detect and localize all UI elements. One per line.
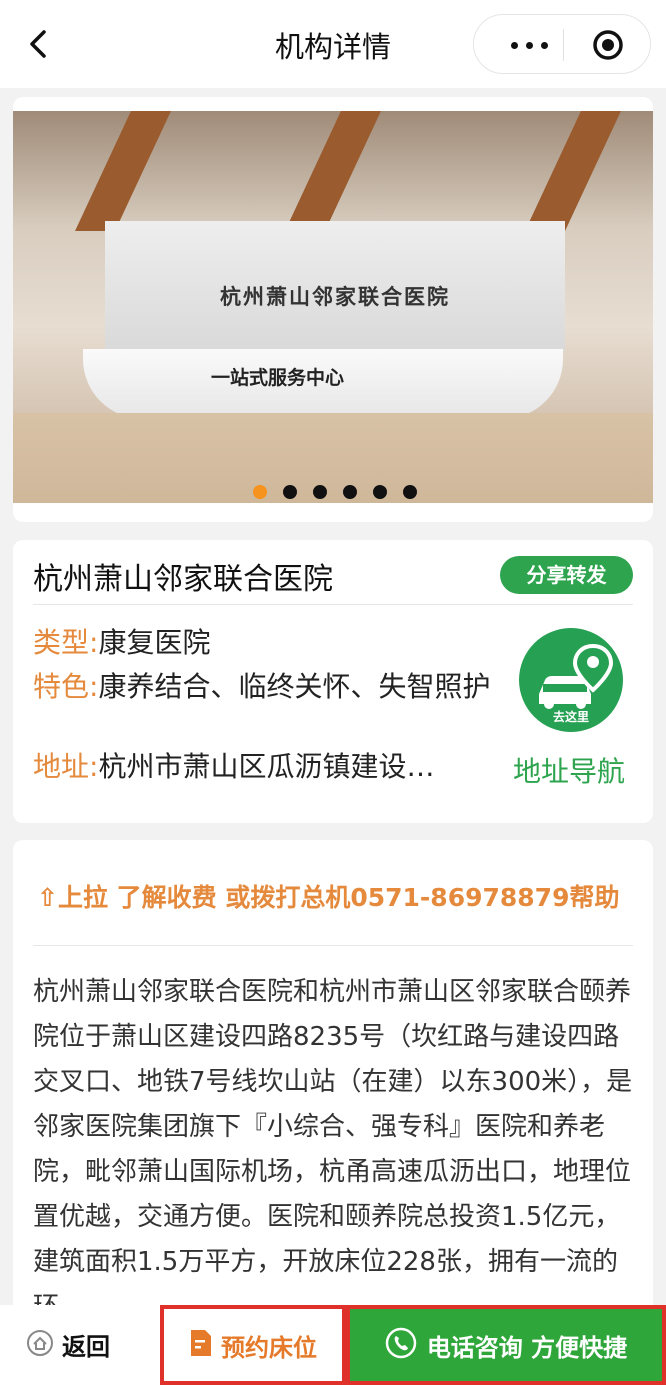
more-dots-icon[interactable] <box>494 30 564 60</box>
address-value: 杭州市萧山区瓜沥镇建设… <box>98 750 435 783</box>
phone-icon <box>385 1327 417 1363</box>
reserve-bed-button[interactable]: 预约床位 <box>160 1305 346 1385</box>
document-icon <box>189 1328 213 1362</box>
type-value: 康复医院 <box>98 626 211 659</box>
reserve-bed-label: 预约床位 <box>221 1333 317 1362</box>
carousel-dot[interactable] <box>373 485 387 499</box>
carousel-dot[interactable] <box>403 485 417 499</box>
mini-program-capsule <box>473 14 651 74</box>
type-row: 类型:康复医院 <box>33 624 210 662</box>
hospital-lobby-photo[interactable]: 杭州萧山邻家联合医院 一站式服务中心 <box>13 111 653 503</box>
divider <box>33 945 633 946</box>
address-navigation-link[interactable]: 地址导航 <box>513 750 625 790</box>
carousel-indicator <box>253 485 417 499</box>
bottom-action-bar: 返回 预约床位 电话咨询 方便快捷 <box>0 1305 666 1385</box>
capsule-divider <box>563 29 564 61</box>
top-bar: 机构详情 <box>0 0 666 88</box>
ceiling-beam <box>75 111 171 231</box>
carousel-dot[interactable] <box>283 485 297 499</box>
reception-desk: 一站式服务中心 <box>83 349 563 419</box>
feature-label: 特色: <box>33 670 99 703</box>
ceiling-beam <box>525 111 621 231</box>
institution-name: 杭州萧山邻家联合医院 <box>33 562 333 597</box>
carousel-dot[interactable] <box>343 485 357 499</box>
target-icon[interactable] <box>592 29 624 61</box>
phone-consult-button[interactable]: 电话咨询 方便快捷 <box>346 1305 666 1385</box>
ceiling-beam <box>285 111 381 231</box>
description-card: ⇧上拉 了解收费 或拨打总机0571-86978879帮助 杭州萧山邻家联合医院… <box>13 840 653 1385</box>
navigation-car-pin-icon[interactable]: 去这里 <box>519 628 623 732</box>
reception-wall-text: 杭州萧山邻家联合医院 <box>220 284 450 309</box>
pull-up-tip[interactable]: ⇧上拉 了解收费 或拨打总机0571-86978879帮助 <box>37 878 619 914</box>
reception-desk-text: 一站式服务中心 <box>211 367 345 389</box>
type-label: 类型: <box>33 626 99 659</box>
description-text: 杭州萧山邻家联合医院和杭州市萧山区邻家联合颐养院位于萧山区建设四路8235号（坎… <box>33 977 633 1322</box>
feature-row: 特色:康养结合、临终关怀、失智照护 <box>33 668 493 706</box>
nav-icon-caption: 去这里 <box>552 710 589 724</box>
back-home-button[interactable]: 返回 <box>26 1327 110 1362</box>
share-button[interactable]: 分享转发 <box>500 556 633 594</box>
divider <box>33 604 633 605</box>
institution-info-card: 杭州萧山邻家联合医院 分享转发 类型:康复医院 特色:康养结合、临终关怀、失智照… <box>13 540 653 823</box>
phone-consult-label: 电话咨询 方便快捷 <box>426 1333 628 1362</box>
feature-value: 康养结合、临终关怀、失智照护 <box>98 670 491 703</box>
carousel-dot-active[interactable] <box>253 485 267 499</box>
carousel-dot[interactable] <box>313 485 327 499</box>
back-label: 返回 <box>62 1333 110 1361</box>
address-label: 地址: <box>33 750 99 783</box>
banner-card: 杭州萧山邻家联合医院 一站式服务中心 <box>13 97 653 522</box>
reception-wall: 杭州萧山邻家联合医院 <box>105 221 565 351</box>
home-icon <box>26 1329 54 1361</box>
address-row[interactable]: 地址:杭州市萧山区瓜沥镇建设… <box>33 748 503 786</box>
